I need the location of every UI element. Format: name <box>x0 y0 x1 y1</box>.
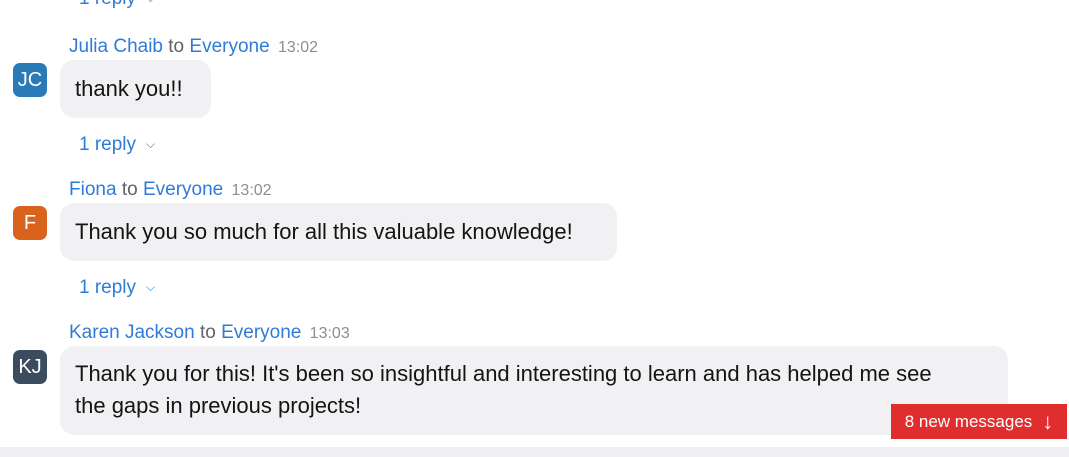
avatar[interactable]: F <box>13 206 47 240</box>
message-bubble[interactable]: Thank you so much for all this valuable … <box>60 203 617 261</box>
message-time: 13:02 <box>231 182 272 199</box>
message-bubble[interactable]: thank you!! <box>60 60 211 118</box>
recipient-name[interactable]: Everyone <box>143 179 223 200</box>
avatar[interactable]: KJ <box>13 350 47 384</box>
chevron-down-icon: ⌵ <box>146 279 156 294</box>
to-label: to <box>121 179 138 200</box>
message-time: 13:02 <box>277 39 319 56</box>
message-text-line: the gaps in previous projects! <box>75 393 362 418</box>
arrow-down-icon: ↓ <box>1042 408 1054 434</box>
recipient-name[interactable]: Everyone <box>221 322 301 343</box>
message-text: thank you!! <box>75 76 183 101</box>
message-text-line: Thank you for this! It's been so insight… <box>75 361 932 386</box>
avatar[interactable]: JC <box>13 63 47 97</box>
avatar-initials: JC <box>17 68 43 91</box>
sender-name[interactable]: Karen Jackson <box>69 322 195 343</box>
message-time: 13:03 <box>309 325 350 342</box>
message-header: Fiona to Everyone 13:02 <box>69 179 272 201</box>
to-label: to <box>168 36 185 57</box>
reply-toggle-previous[interactable]: 1 reply ⌵ <box>79 0 155 10</box>
reply-toggle[interactable]: 1 reply ⌵ <box>79 277 155 299</box>
new-messages-button[interactable]: 8 new messages ↓ <box>891 404 1067 439</box>
message-header: Karen Jackson to Everyone 13:03 <box>69 322 350 344</box>
reply-count-label: 1 reply <box>79 0 136 10</box>
chevron-down-icon: ⌵ <box>146 0 155 6</box>
to-label: to <box>199 322 216 343</box>
message-bubble[interactable]: Thank you for this! It's been so insight… <box>60 346 1008 435</box>
sender-name[interactable]: Fiona <box>69 179 117 200</box>
bottom-divider <box>0 447 1069 457</box>
reply-toggle[interactable]: 1 reply ⌵ <box>79 134 155 156</box>
new-messages-label: 8 new messages <box>904 411 1033 431</box>
avatar-initials: F <box>23 211 37 234</box>
message-text: Thank you so much for all this valuable … <box>75 219 573 244</box>
message-header: Julia Chaib to Everyone 13:02 <box>69 36 318 58</box>
chevron-down-icon: ⌵ <box>146 136 156 151</box>
reply-count-label: 1 reply <box>79 277 137 298</box>
reply-count-label: 1 reply <box>79 134 137 155</box>
avatar-initials: KJ <box>18 355 42 378</box>
sender-name[interactable]: Julia Chaib <box>69 36 163 57</box>
recipient-name[interactable]: Everyone <box>189 36 269 57</box>
